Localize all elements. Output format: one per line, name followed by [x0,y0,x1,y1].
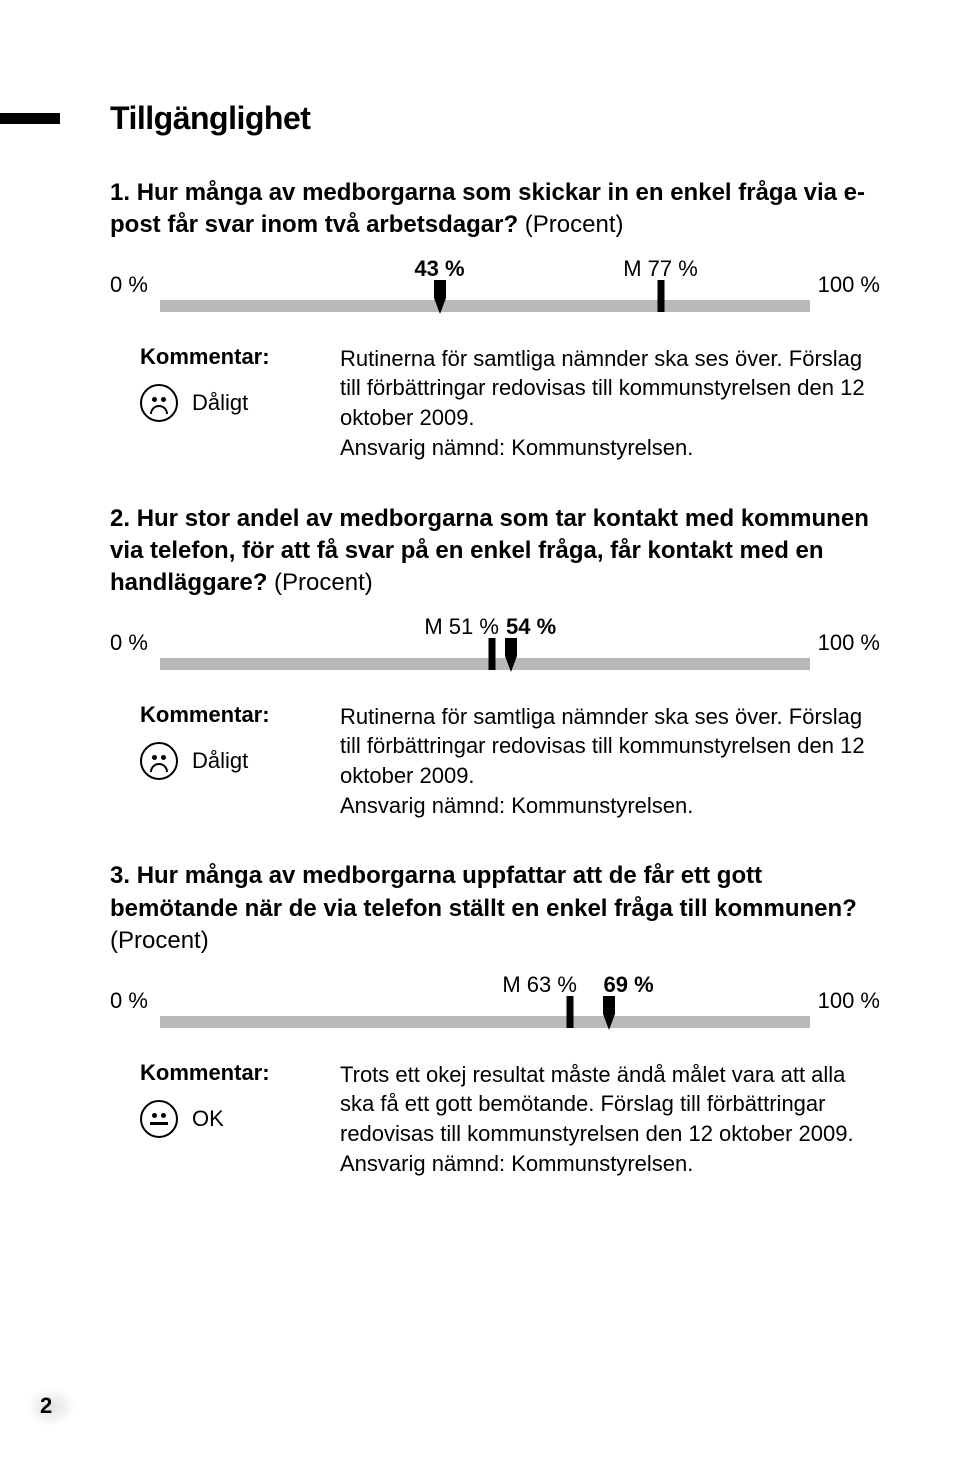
comment-meta: Kommentar: OK [140,1060,310,1179]
question-unit: (Procent) [274,569,373,596]
sad-face-icon [140,742,178,780]
percent-scale: 0 %100 %43 %M 77 % [110,250,880,320]
comment-text: Rutinerna för samtliga nämnder ska ses ö… [340,344,880,463]
scale-max-label: 100 % [818,988,880,1014]
question-unit: (Procent) [525,211,624,238]
scale-max-label: 100 % [818,630,880,656]
page-number: 2 [40,1393,52,1419]
scale-track-wrap: 54 %M 51 % [160,658,810,670]
comment-label: Kommentar: [140,702,310,728]
scale-track [160,1016,810,1028]
percent-scale: 0 %100 %69 %M 63 % [110,966,880,1036]
question-number: 1. [110,179,137,206]
scale-min-label: 0 % [110,272,148,298]
question-body: Hur stor andel av medborgarna som tar ko… [110,505,869,597]
comment-label: Kommentar: [140,1060,310,1086]
header-rule-icon [0,113,60,124]
value-pointer-icon [502,638,520,672]
scale-track [160,658,810,670]
median-marker-icon [657,280,664,312]
rating: Dåligt [140,384,310,422]
neutral-face-icon [140,1100,178,1138]
question-item: 2. Hur stor andel av medborgarna som tar… [110,503,880,821]
median-marker-icon [566,996,573,1028]
question-item: 3. Hur många av medborgarna uppfattar at… [110,860,880,1178]
value-label: 43 % [414,256,464,282]
value-label: 69 % [603,972,653,998]
rating-text: Dåligt [192,390,248,416]
section-header: Tillgänglighet [110,100,880,137]
question-text: 1. Hur många av medborgarna som skickar … [110,177,880,242]
question-item: 1. Hur många av medborgarna som skickar … [110,177,880,463]
question-text: 3. Hur många av medborgarna uppfattar at… [110,860,880,957]
scale-min-label: 0 % [110,630,148,656]
median-label: M 63 % [502,972,577,998]
comment-block: Kommentar: Dåligt Rutinerna för samtliga n… [140,702,880,821]
percent-scale: 0 %100 %54 %M 51 % [110,608,880,678]
value-label: 54 % [506,614,556,640]
rating: Dåligt [140,742,310,780]
rating-text: Dåligt [192,748,248,774]
comment-text: Trots ett okej resultat måste ändå målet… [340,1060,880,1179]
rating: OK [140,1100,310,1138]
question-unit: (Procent) [110,927,209,954]
median-marker-icon [488,638,495,670]
scale-track [160,300,810,312]
scale-min-label: 0 % [110,988,148,1014]
median-label: M 77 % [623,256,698,282]
scale-track-wrap: 69 %M 63 % [160,1016,810,1028]
question-number: 2. [110,505,137,532]
section-title: Tillgänglighet [110,100,880,137]
comment-label: Kommentar: [140,344,310,370]
question-text: 2. Hur stor andel av medborgarna som tar… [110,503,880,600]
value-pointer-icon [431,280,449,314]
question-number: 3. [110,862,137,889]
question-body: Hur många av medborgarna som skickar in … [110,179,865,238]
value-pointer-icon [600,996,618,1030]
question-body: Hur många av medborgarna uppfattar att d… [110,862,857,921]
comment-meta: Kommentar: Dåligt [140,702,310,821]
sad-face-icon [140,384,178,422]
scale-max-label: 100 % [818,272,880,298]
comment-text: Rutinerna för samtliga nämnder ska ses ö… [340,702,880,821]
document-page: Tillgänglighet 1. Hur många av medborgar… [0,0,960,1459]
median-label: M 51 % [424,614,499,640]
scale-track-wrap: 43 %M 77 % [160,300,810,312]
rating-text: OK [192,1106,224,1132]
comment-meta: Kommentar: Dåligt [140,344,310,463]
comment-block: Kommentar: Dåligt Rutinerna för samtliga n… [140,344,880,463]
comment-block: Kommentar: OK Trots ett okej resultat måst… [140,1060,880,1179]
